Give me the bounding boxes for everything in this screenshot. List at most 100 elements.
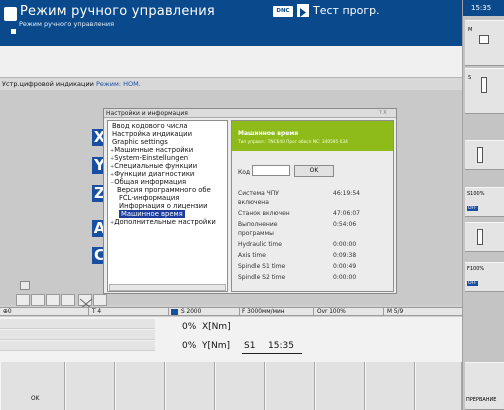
time-row-value: 0:00:00 bbox=[333, 241, 357, 248]
time-row-value: 0:00:49 bbox=[333, 263, 357, 270]
machine-status-bar: ⊕0 T 4 S 2000 F 3000мм/мин Ovr 100% M 5/… bbox=[0, 307, 462, 316]
tree-item-label: Ввод кодового числа bbox=[112, 122, 188, 130]
position-bar-1 bbox=[0, 319, 155, 329]
time-row-value: 46:19:54 bbox=[333, 190, 360, 197]
dialog-title: Настройки и информация bbox=[104, 109, 396, 118]
softkey-7[interactable] bbox=[315, 362, 365, 410]
panel-header: Машинное время Тип управл.: TNC640 Прог … bbox=[232, 121, 393, 151]
tree-item[interactable]: FCL-информация bbox=[119, 194, 179, 202]
program-display-area bbox=[0, 46, 462, 78]
side-f-override[interactable]: F100% OFF bbox=[465, 262, 504, 292]
view-box-1[interactable] bbox=[16, 294, 30, 306]
softkey-8[interactable] bbox=[365, 362, 415, 410]
settings-tree: Ввод кодового числа Настройка индикации Gr… bbox=[107, 120, 228, 292]
divider bbox=[313, 308, 314, 316]
tree-item[interactable]: Graphic settings bbox=[112, 138, 168, 146]
tree-item-label: Настройка индикации bbox=[112, 130, 193, 138]
program-mode-icon bbox=[297, 4, 309, 17]
code-input[interactable] bbox=[252, 165, 290, 176]
time-row-label: Система ЧПУ bbox=[238, 190, 279, 197]
time-row-label: Spindle S1 time bbox=[238, 263, 286, 270]
tree-item[interactable]: +Дополнительные настройки bbox=[110, 218, 216, 227]
spindle-status: S 2000 bbox=[181, 309, 202, 315]
program-mode-title: Тест прогр. bbox=[313, 4, 380, 17]
softkey-4[interactable] bbox=[165, 362, 215, 410]
side-s-button[interactable]: S bbox=[465, 68, 504, 114]
side-s-label: S bbox=[468, 75, 472, 81]
time-row-label: Hydraulic time bbox=[238, 241, 282, 248]
ok-button[interactable]: OK bbox=[294, 165, 334, 177]
tree-item[interactable]: Настройка индикации bbox=[112, 130, 192, 138]
time-row-value: 47:06:07 bbox=[333, 210, 360, 217]
side-softkey-panel: 15:35 M S S100% OFF F100% OFF ПРЕРВАНИЕ bbox=[462, 0, 504, 410]
tool-status: T 4 bbox=[92, 309, 102, 315]
divider bbox=[168, 308, 169, 316]
refresh-icon[interactable] bbox=[20, 281, 30, 290]
s-override-label: S100% bbox=[467, 191, 485, 197]
spindle-icon bbox=[171, 309, 178, 315]
s-off-badge: OFF bbox=[467, 206, 478, 211]
divider bbox=[383, 308, 384, 316]
override-status: Ovr 100% bbox=[317, 309, 346, 315]
view-box-2[interactable] bbox=[31, 294, 45, 306]
time-row-value: 0:54:06 bbox=[333, 221, 357, 228]
tree-horizontal-scrollbar[interactable] bbox=[109, 284, 226, 291]
f-off-badge: OFF bbox=[467, 281, 478, 286]
feed-status: F 3000мм/мин bbox=[242, 309, 285, 315]
machine-time-panel: Машинное время Тип управл.: TNC640 Прог … bbox=[231, 120, 394, 292]
view-box-4[interactable] bbox=[61, 294, 75, 306]
side-spindle-button-2[interactable] bbox=[465, 222, 504, 252]
divider bbox=[239, 308, 240, 316]
side-s-override[interactable]: S100% OFF bbox=[465, 187, 504, 217]
tree-item-label: Специальные функции bbox=[114, 162, 198, 170]
time-row-label: Spindle S2 time bbox=[238, 274, 286, 281]
time-row-value: 0:09:38 bbox=[333, 252, 357, 259]
dialog-controls[interactable]: ? X bbox=[379, 110, 387, 116]
softkey-2[interactable] bbox=[65, 362, 115, 410]
spindle-label: S1 bbox=[244, 341, 256, 351]
close-view-icon[interactable] bbox=[78, 294, 93, 310]
tree-item-label: Дополнительные настройки bbox=[114, 218, 216, 226]
tree-item[interactable]: Ввод кодового числа bbox=[112, 122, 188, 130]
softkey-ok[interactable]: OK bbox=[0, 362, 65, 410]
time-row-label: программы bbox=[238, 230, 274, 237]
abort-label: ПРЕРВАНИЕ bbox=[466, 397, 497, 403]
softkey-ok-label: OK bbox=[31, 396, 40, 402]
spindle-left-icon bbox=[477, 229, 483, 245]
side-spindle-button[interactable] bbox=[465, 140, 504, 170]
f-override-label: F100% bbox=[467, 266, 485, 272]
x-load-percent: 0% bbox=[182, 322, 197, 332]
spindle-icon bbox=[481, 77, 487, 93]
softkey-3[interactable] bbox=[115, 362, 165, 410]
m-function-status: M 5/9 bbox=[387, 309, 404, 315]
clock-time: 15:35 bbox=[268, 341, 294, 351]
tree-item[interactable]: Версия программного обе bbox=[117, 186, 211, 194]
tree-item[interactable]: Инфорнация о лицензии bbox=[119, 202, 208, 210]
softkey-6[interactable] bbox=[265, 362, 315, 410]
position-bar-2 bbox=[0, 330, 155, 340]
time-row-label: Axis time bbox=[238, 252, 266, 259]
x-load-axis: X[Nm] bbox=[202, 322, 231, 332]
position-display: 0% X[Nm] 0% Y[Nm] S1 15:35 bbox=[0, 317, 462, 362]
hand-icon bbox=[10, 20, 17, 34]
time-row-label: Выполнение bbox=[238, 221, 278, 228]
panel-heading: Машинное время bbox=[238, 130, 299, 137]
time-row-value: 0:00:00 bbox=[333, 274, 357, 281]
view-box-6[interactable] bbox=[93, 294, 107, 306]
side-m-button[interactable]: M bbox=[465, 20, 504, 66]
softkey-5[interactable] bbox=[215, 362, 265, 410]
code-label: Код bbox=[238, 169, 251, 176]
tree-item-label: Машинные настройки bbox=[114, 146, 194, 154]
side-abort-button[interactable]: ПРЕРВАНИЕ bbox=[465, 362, 504, 410]
tree-item-label: FCL-информация bbox=[119, 194, 180, 202]
y-load-axis: Y[Nm] bbox=[202, 341, 231, 351]
status-mode-label: Режим: НОМ. bbox=[95, 80, 141, 88]
softkey-9[interactable] bbox=[415, 362, 462, 410]
tree-item-label: Graphic settings bbox=[112, 138, 168, 146]
mode-subtitle: Режим ручного управления bbox=[19, 20, 115, 28]
status-line: Устр.цифровой индикации Режим: НОМ. bbox=[0, 78, 462, 90]
tree-item[interactable]: Машинное время bbox=[119, 210, 185, 218]
y-load-percent: 0% bbox=[182, 341, 197, 351]
position-bar-3 bbox=[0, 341, 155, 351]
view-box-3[interactable] bbox=[46, 294, 60, 306]
